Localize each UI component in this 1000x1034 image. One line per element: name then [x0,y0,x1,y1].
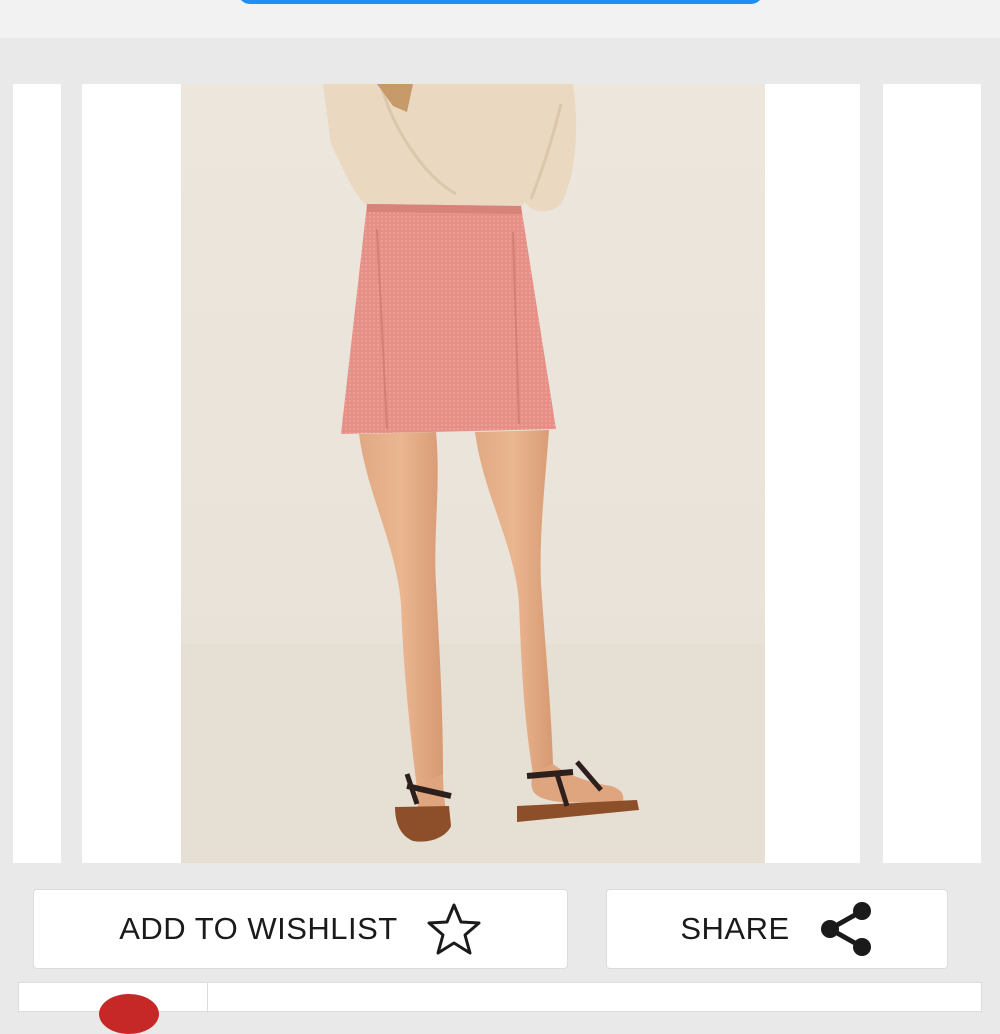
share-icon [818,901,874,957]
product-image-carousel[interactable] [0,84,1000,863]
wishlist-label: ADD TO WISHLIST [119,911,398,946]
bottom-panel [18,982,982,1034]
current-image-card[interactable] [82,84,860,863]
previous-image-card[interactable] [13,84,61,863]
share-button[interactable]: SHARE [606,889,948,969]
star-outline-icon [426,902,482,956]
add-to-wishlist-button[interactable]: ADD TO WISHLIST [33,889,568,969]
brand-badge-icon [99,994,159,1034]
share-label: SHARE [680,911,790,946]
product-photo [181,84,765,863]
top-bar [0,0,1000,38]
next-image-card[interactable] [883,84,981,863]
divider [207,983,208,1013]
primary-action-pill[interactable] [238,0,763,4]
product-actions: ADD TO WISHLIST SHARE [0,889,1000,971]
